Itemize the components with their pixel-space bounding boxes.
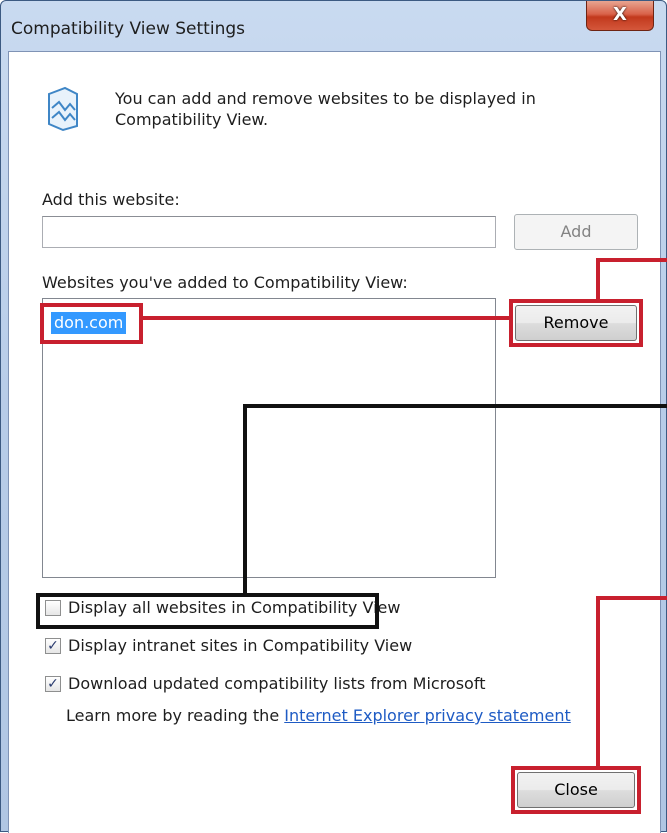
add-button[interactable]: Add (514, 214, 638, 250)
window-title: Compatibility View Settings (11, 19, 245, 39)
add-website-input[interactable] (42, 216, 496, 248)
privacy-prefix: Learn more by reading the (66, 706, 285, 725)
annotation-box-close (511, 766, 641, 814)
checkmark-icon: ✓ (47, 676, 59, 692)
annotation-line-close-vertical (596, 596, 600, 766)
window-close-button[interactable]: X (586, 1, 654, 31)
intranet-label: Display intranet sites in Compatibility … (68, 636, 413, 655)
add-website-label: Add this website: (42, 190, 180, 209)
websites-list-label: Websites you've added to Compatibility V… (42, 273, 408, 292)
intranet-checkbox[interactable]: ✓ (45, 638, 61, 654)
checkmark-icon: ✓ (47, 638, 59, 654)
title-bar[interactable]: Compatibility View Settings X (1, 1, 666, 51)
annotation-line-display-all-vertical (243, 404, 247, 593)
annotation-line-list-to-remove (143, 316, 511, 320)
download-lists-checkbox[interactable]: ✓ (45, 676, 61, 692)
annotation-box-list-item (40, 303, 143, 344)
privacy-link[interactable]: Internet Explorer privacy statement (284, 706, 571, 725)
annotation-line-display-all-horizontal (243, 404, 667, 408)
annotation-box-display-all (36, 593, 379, 629)
privacy-statement: Learn more by reading the Internet Explo… (66, 706, 571, 725)
close-icon: X (613, 4, 627, 25)
annotation-box-remove (509, 299, 643, 347)
annotation-line-remove-horizontal (596, 258, 667, 262)
download-lists-label: Download updated compatibility lists fro… (68, 674, 486, 693)
compatibility-view-icon (43, 86, 83, 132)
intro-text: You can add and remove websites to be di… (115, 89, 536, 129)
annotation-line-close-horizontal (596, 596, 667, 600)
annotation-line-remove-vertical (596, 258, 600, 299)
